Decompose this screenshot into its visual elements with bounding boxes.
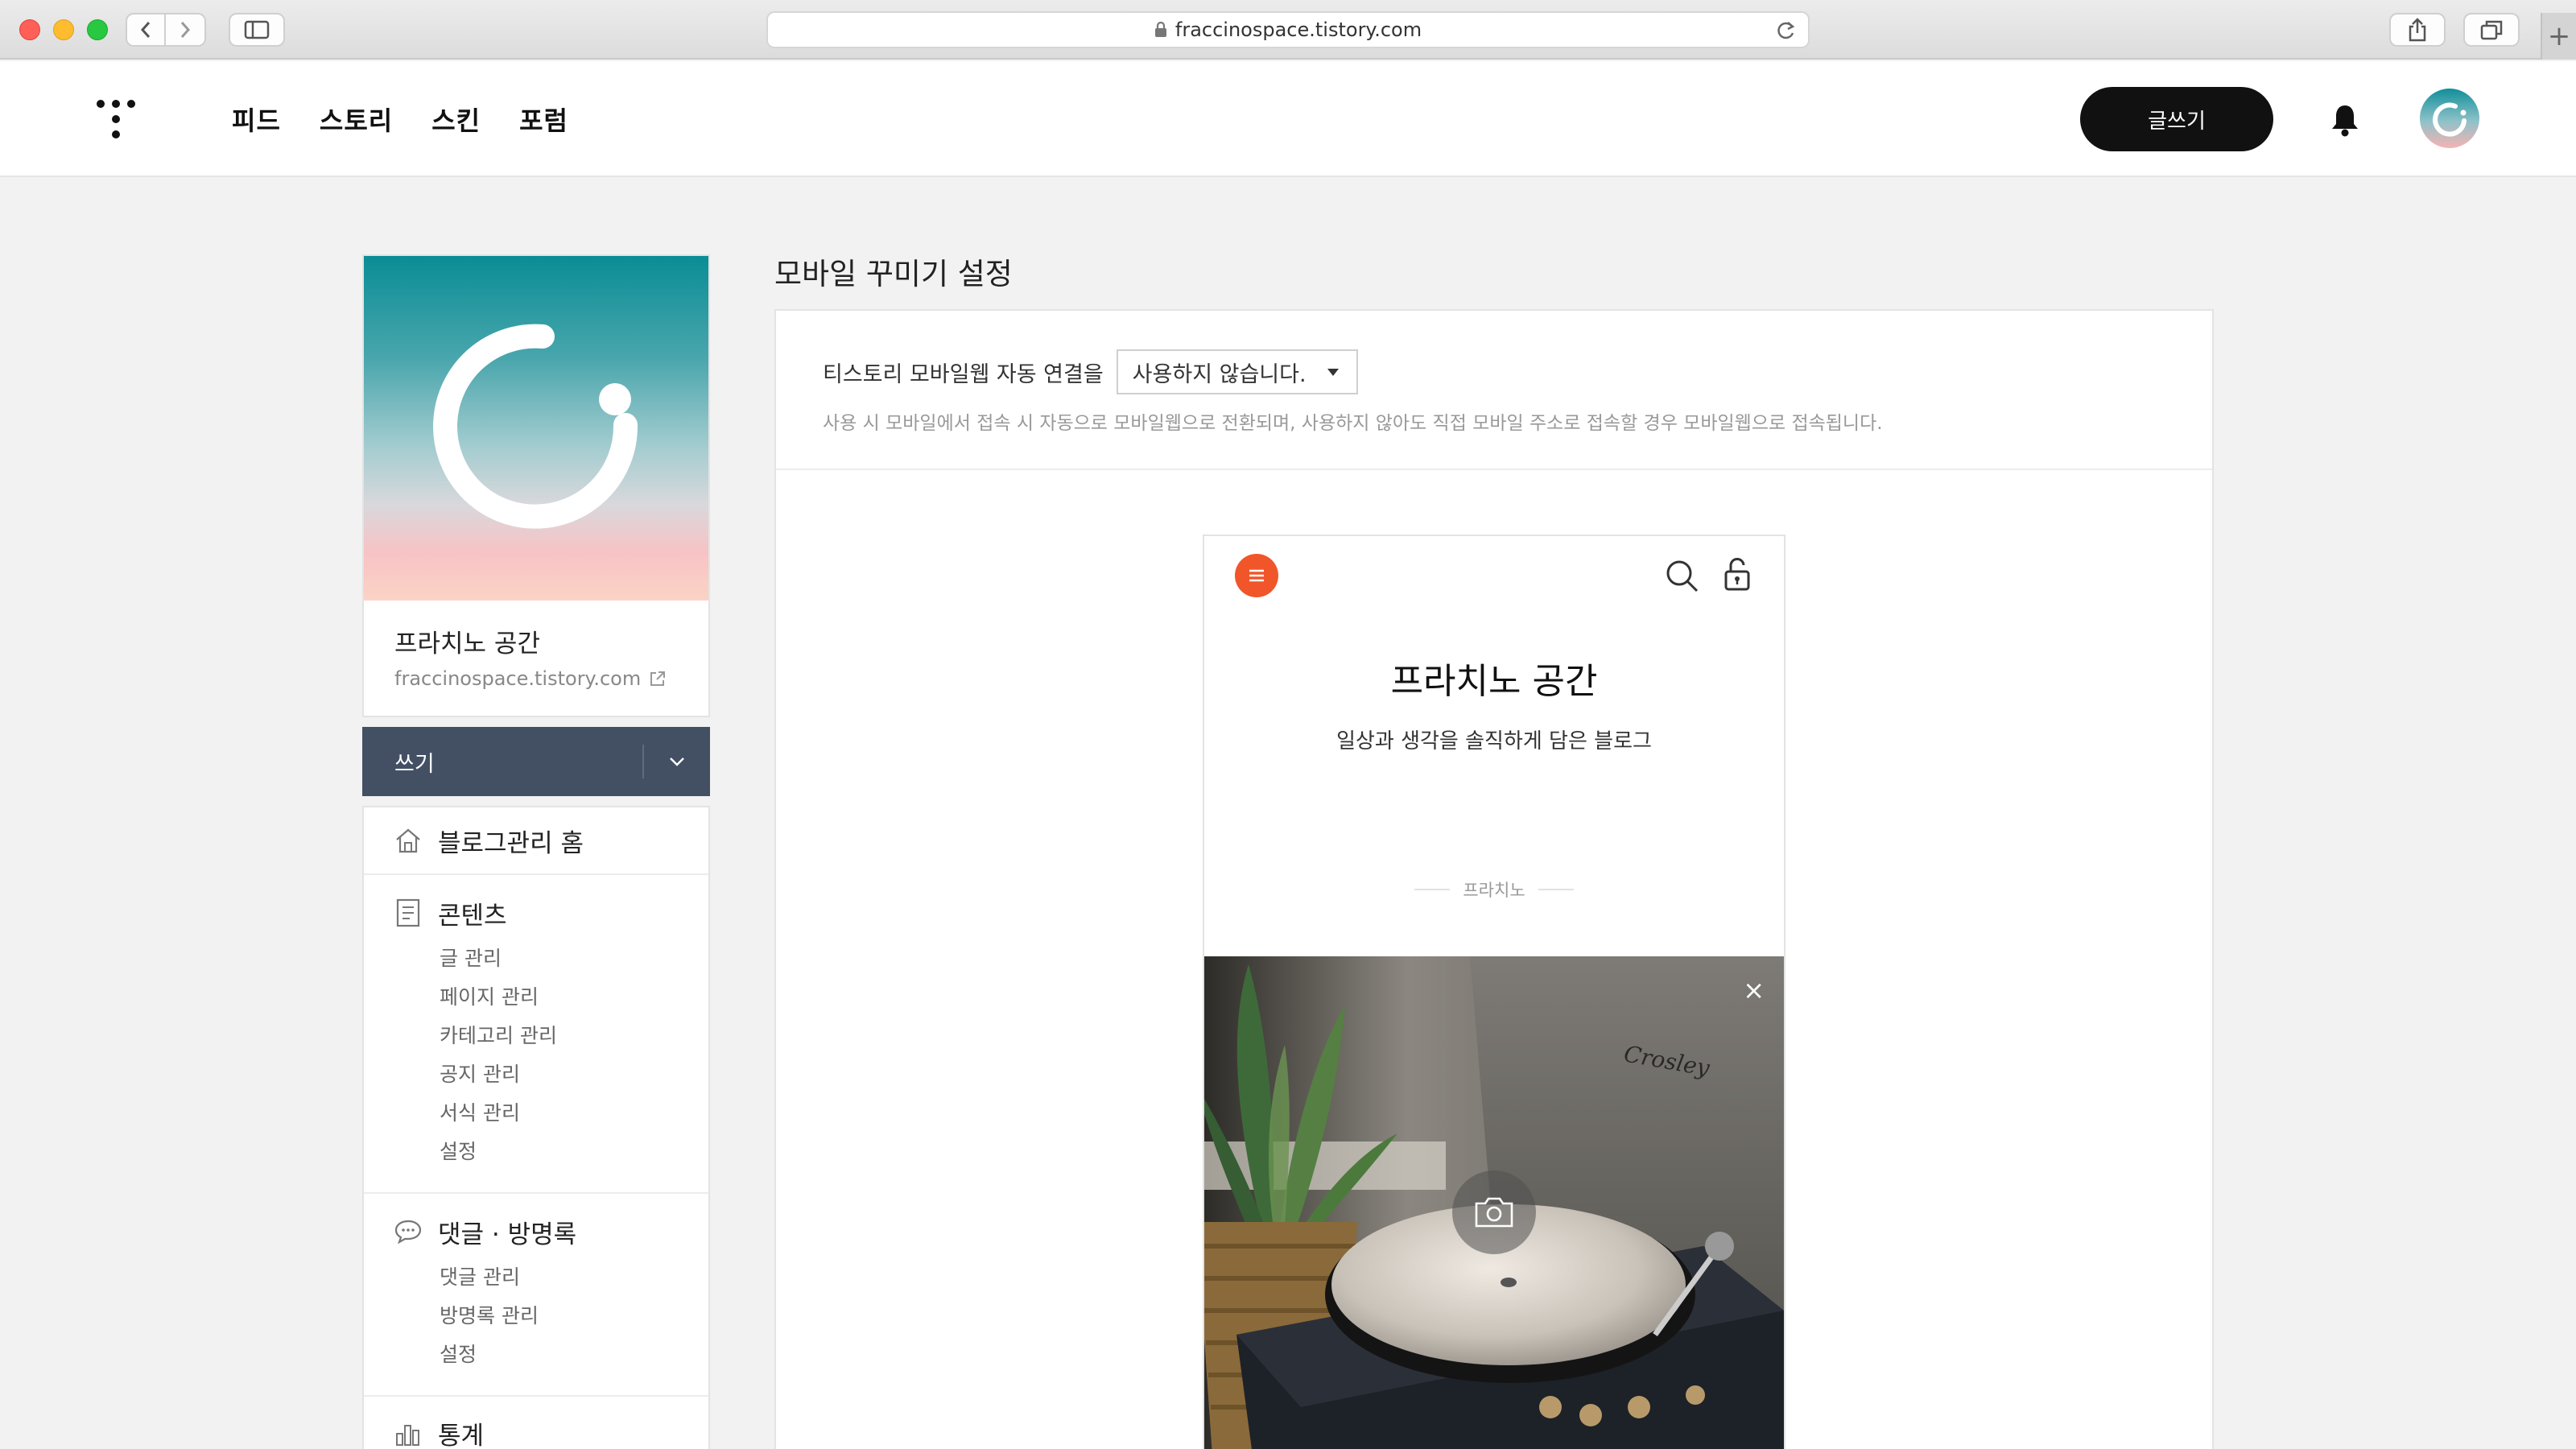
nav-feed[interactable]: 피드 (232, 101, 281, 138)
avatar-logo-icon (2433, 102, 2467, 137)
sidebar-toggle-button[interactable] (229, 13, 285, 47)
sidebar-item-categories[interactable]: 카테고리 관리 (440, 1017, 708, 1055)
browser-toolbar: fraccinospace.tistory.com + (0, 0, 2576, 60)
blog-profile-card: 프라치노 공간 fraccinospace.tistory.com (362, 254, 710, 717)
write-dropdown-button[interactable]: 쓰기 (362, 727, 710, 796)
unlock-icon[interactable] (1723, 557, 1752, 592)
divider (776, 469, 2212, 470)
preview-cover-image[interactable]: Crosley × (1204, 956, 1784, 1449)
blog-url-link[interactable]: fraccinospace.tistory.com (394, 667, 678, 690)
search-icon[interactable] (1665, 559, 1700, 594)
admin-menu: 블로그관리 홈 콘텐츠 글 관리 페이지 관리 카테고리 관리 공지 관리 서식… (362, 806, 710, 1449)
url-text: fraccinospace.tistory.com (1174, 19, 1422, 41)
mobile-settings-panel: 티스토리 모바일웹 자동 연결을 사용하지 않습니다. 사용 시 모바일에서 접… (774, 309, 2214, 1449)
hamburger-icon (1249, 569, 1264, 582)
back-button[interactable] (126, 13, 166, 47)
close-window-button[interactable] (19, 19, 40, 40)
avatar[interactable] (2420, 89, 2479, 148)
page-title: 모바일 꾸미기 설정 (774, 257, 1013, 291)
mobile-auto-connect-select[interactable]: 사용하지 않습니다. (1116, 349, 1358, 394)
preview-author-name: 프라치노 (1463, 881, 1525, 900)
chevron-left-icon (140, 22, 151, 38)
main-nav: 피드 스토리 스킨 포럼 (232, 61, 568, 177)
tabs-overview-button[interactable] (2463, 13, 2520, 47)
preview-menu-button[interactable] (1235, 554, 1278, 597)
sidebar-item-contents[interactable]: 콘텐츠 (364, 896, 708, 931)
speech-bubble-icon (394, 1220, 422, 1245)
mobile-auto-connect-label: 티스토리 모바일웹 자동 연결을 (823, 361, 1104, 387)
chevron-right-icon (180, 22, 191, 38)
sidebar-item-home[interactable]: 블로그관리 홈 (364, 824, 708, 858)
menu-section-stats: 통계 (364, 1397, 708, 1449)
write-post-button[interactable]: 글쓰기 (2080, 87, 2273, 151)
sidebar-item-posts[interactable]: 글 관리 (440, 939, 708, 978)
menu-section-comments: 댓글 · 방명록 댓글 관리 방명록 관리 설정 (364, 1194, 708, 1397)
sidebar-item-guestbook-manage[interactable]: 방명록 관리 (440, 1297, 708, 1335)
menu-section-contents: 콘텐츠 글 관리 페이지 관리 카테고리 관리 공지 관리 서식 관리 설정 (364, 875, 708, 1194)
blog-name[interactable]: 프라치노 공간 (394, 623, 678, 659)
sidebar-item-comments-settings[interactable]: 설정 (440, 1335, 708, 1374)
contents-submenu: 글 관리 페이지 관리 카테고리 관리 공지 관리 서식 관리 설정 (364, 939, 708, 1171)
reload-icon[interactable] (1774, 19, 1797, 42)
write-dropdown-label: 쓰기 (394, 751, 435, 777)
sidebar-item-contents-settings[interactable]: 설정 (440, 1133, 708, 1171)
sidebar-icon (244, 20, 270, 39)
bar-chart-icon (396, 1425, 419, 1446)
external-link-icon (650, 671, 666, 686)
preview-blog-description: 일상과 생각을 솔직하게 담은 블로그 (1336, 729, 1652, 753)
zoom-window-button[interactable] (87, 19, 108, 40)
sidebar-item-stats[interactable]: 통계 (364, 1416, 708, 1449)
close-icon[interactable]: × (1743, 977, 1765, 1003)
menu-section-home: 블로그관리 홈 (364, 807, 708, 875)
new-tab-button[interactable]: + (2541, 13, 2576, 60)
minimize-window-button[interactable] (53, 19, 74, 40)
blog-logo-icon (433, 324, 638, 529)
sidebar-item-contents-label: 콘텐츠 (438, 901, 507, 931)
sidebar-item-templates[interactable]: 서식 관리 (440, 1094, 708, 1133)
preview-author: 프라치노 (1204, 877, 1784, 902)
forward-button[interactable] (166, 13, 206, 47)
mobile-auto-connect-description: 사용 시 모바일에서 접속 시 자동으로 모바일웹으로 전환되며, 사용하지 않… (823, 413, 1883, 434)
tistory-header: 피드 스토리 스킨 포럼 글쓰기 (0, 61, 2576, 177)
mobile-preview: 프라치노 공간 일상과 생각을 솔직하게 담은 블로그 프라치노 Crosley… (1203, 535, 1785, 1449)
sidebar-item-comments[interactable]: 댓글 · 방명록 (364, 1215, 708, 1249)
change-image-button[interactable] (1452, 1170, 1536, 1254)
preview-blog-title: 프라치노 공간 (1390, 661, 1598, 702)
nav-story[interactable]: 스토리 (320, 101, 393, 138)
chevron-down-icon[interactable] (667, 751, 687, 772)
caret-down-icon (1327, 369, 1339, 376)
share-button[interactable] (2389, 13, 2446, 47)
sidebar-item-notices[interactable]: 공지 관리 (440, 1055, 708, 1094)
share-icon (2409, 18, 2426, 42)
bell-icon[interactable] (2330, 103, 2360, 137)
blog-profile-image[interactable] (364, 256, 708, 601)
tabs-icon (2480, 20, 2503, 40)
sidebar-item-comment-manage[interactable]: 댓글 관리 (440, 1258, 708, 1297)
blog-url-text: fraccinospace.tistory.com (394, 667, 642, 690)
sidebar-item-home-label: 블로그관리 홈 (438, 828, 584, 858)
comments-submenu: 댓글 관리 방명록 관리 설정 (364, 1258, 708, 1374)
lock-icon (1154, 22, 1166, 37)
plus-icon: + (2547, 20, 2571, 52)
sidebar-item-pages[interactable]: 페이지 관리 (440, 978, 708, 1017)
sidebar-item-comments-label: 댓글 · 방명록 (438, 1220, 577, 1249)
home-icon (396, 828, 420, 853)
mobile-auto-connect-row: 티스토리 모바일웹 자동 연결을 사용하지 않습니다. (823, 349, 1358, 394)
camera-icon (1475, 1197, 1513, 1228)
address-bar[interactable]: fraccinospace.tistory.com (766, 11, 1810, 48)
tistory-logo[interactable] (93, 97, 138, 142)
sidebar: 프라치노 공간 fraccinospace.tistory.com 쓰기 블로그… (362, 254, 710, 1449)
sidebar-item-stats-label: 통계 (438, 1421, 485, 1449)
mobile-auto-connect-value: 사용하지 않습니다. (1132, 361, 1307, 387)
nav-forum[interactable]: 포럼 (519, 101, 568, 138)
nav-skin[interactable]: 스킨 (431, 101, 481, 138)
document-icon (396, 898, 420, 927)
